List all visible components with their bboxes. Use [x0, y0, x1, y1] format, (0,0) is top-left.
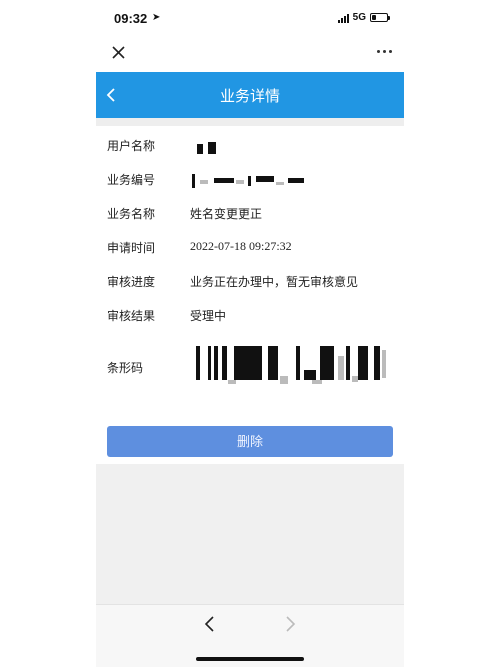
- detail-value: 业务正在办理中，暂无审核意见: [190, 275, 359, 289]
- divider: [96, 118, 404, 126]
- location-arrow-icon: ➤: [152, 12, 161, 23]
- battery-level: [372, 15, 376, 20]
- detail-row-review-progress: 审核进度 业务正在办理中，暂无审核意见: [96, 264, 404, 298]
- network-type: 5G: [352, 12, 366, 23]
- detail-value: 受理中: [190, 309, 227, 323]
- detail-label: 审核结果: [107, 309, 156, 323]
- detail-label: 审核进度: [107, 275, 156, 289]
- detail-row-business-id: 业务编号: [96, 162, 404, 196]
- home-indicator: [196, 657, 304, 661]
- page-title: 业务详情: [219, 88, 280, 105]
- barcode-image: [192, 346, 392, 386]
- detail-label: 条形码: [107, 361, 144, 375]
- close-icon[interactable]: [108, 42, 130, 64]
- detail-label: 用户名称: [107, 139, 156, 153]
- chevron-left-icon[interactable]: [200, 613, 220, 635]
- webview-toolbar: [96, 36, 404, 72]
- detail-label: 业务编号: [107, 173, 156, 187]
- detail-row-review-result: 审核结果 受理中: [96, 298, 404, 332]
- detail-value: 姓名变更更正: [190, 207, 263, 221]
- more-icon[interactable]: [377, 50, 392, 53]
- browser-bottom-bar: [96, 604, 404, 667]
- status-bar: 09:32 ➤ 5G: [96, 0, 404, 36]
- detail-row-business-name: 业务名称 姓名变更更正: [96, 196, 404, 230]
- detail-label: 业务名称: [107, 207, 156, 221]
- detail-row-username: 用户名称: [96, 128, 404, 162]
- delete-button[interactable]: 删除: [107, 426, 393, 457]
- status-indicators: 5G: [337, 12, 390, 23]
- phone-screen: 09:32 ➤ 5G 业务详情 用户名称 业务编号 业务名称 姓名变更更正 申请…: [96, 0, 404, 667]
- signal-icon: [337, 13, 349, 23]
- detail-row-apply-time: 申请时间 2022-07-18 09:27:32: [96, 230, 404, 264]
- battery-icon: [370, 13, 390, 22]
- status-time: 09:32: [114, 11, 148, 26]
- detail-label: 申请时间: [107, 241, 156, 255]
- detail-value: 2022-07-18 09:27:32: [190, 239, 292, 253]
- chevron-right-icon[interactable]: [280, 613, 300, 635]
- empty-area: [96, 464, 404, 604]
- action-area: 删除: [96, 396, 404, 464]
- page-header: 业务详情: [96, 72, 404, 118]
